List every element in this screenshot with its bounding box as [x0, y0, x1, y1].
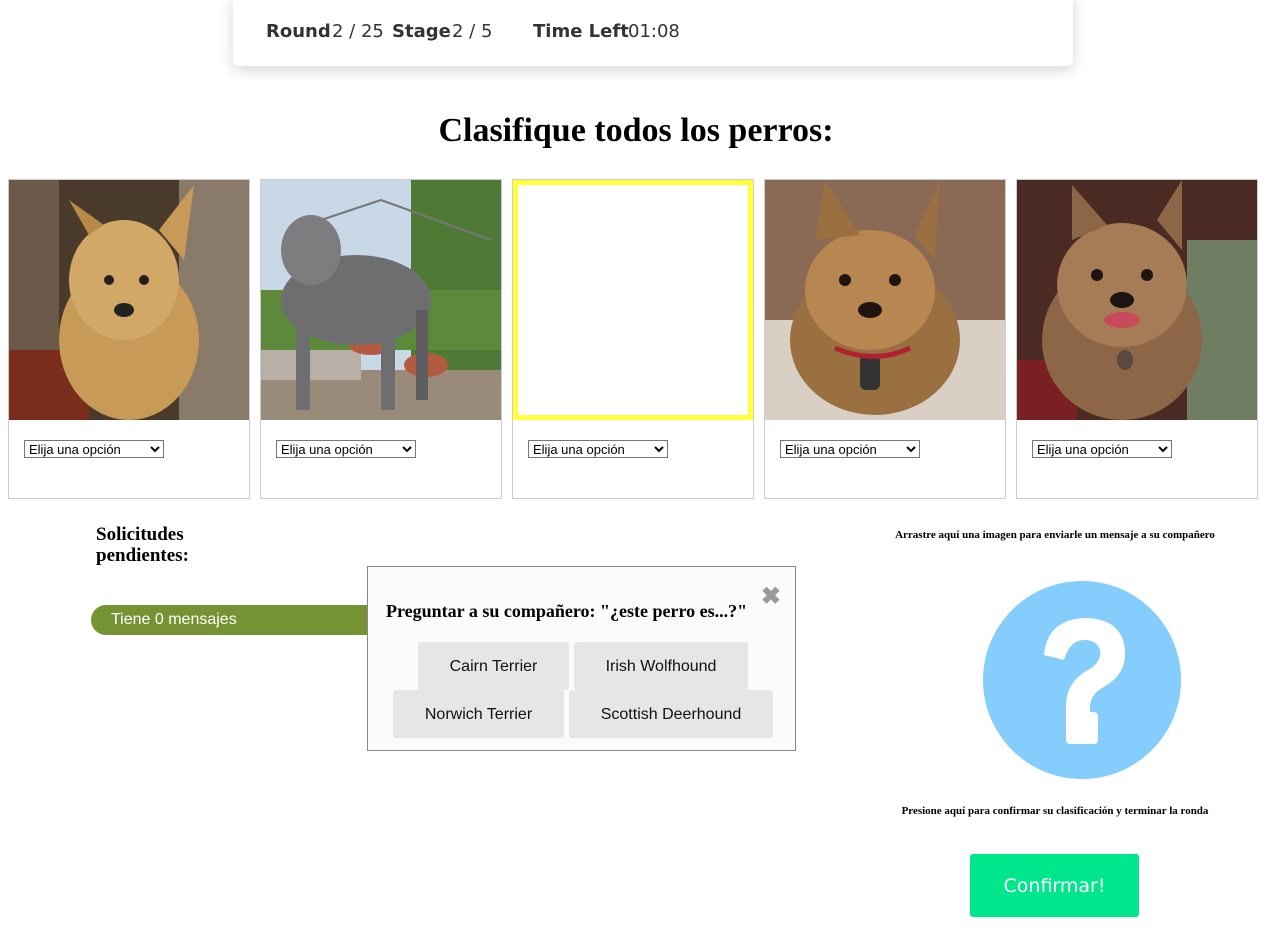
dog-photo-4[interactable] — [765, 180, 1005, 420]
dog-image-1 — [9, 180, 249, 420]
dog-image-3 — [513, 180, 753, 420]
stage-value: 2 / 5 — [452, 21, 493, 42]
dog-photo-5[interactable] — [1017, 180, 1257, 420]
option-irish-wolfhound-button[interactable]: Irish Wolfhound — [574, 642, 748, 690]
dog-photo-2[interactable] — [261, 180, 501, 420]
question-mark-icon — [983, 581, 1181, 779]
dog-card-5: Elija una opción — [1016, 179, 1258, 499]
dog-image-5 — [1017, 180, 1257, 420]
time-left-value: 01:08 — [628, 21, 680, 42]
dog-photo-3-selected[interactable] — [513, 180, 753, 420]
dog-card-1: Elija una opción — [8, 179, 250, 499]
option-norwich-terrier-button[interactable]: Norwich Terrier — [393, 690, 564, 738]
dog-card-3: Elija una opción — [512, 179, 754, 499]
option-scottish-deerhound-button[interactable]: Scottish Deerhound — [569, 690, 773, 738]
dog-card-4: Elija una opción — [764, 179, 1006, 499]
breed-select-4[interactable]: Elija una opción — [780, 440, 920, 458]
close-icon[interactable]: ✖ — [761, 585, 781, 609]
messages-bar[interactable]: Tiene 0 mensajes — [91, 605, 391, 635]
option-cairn-terrier-button[interactable]: Cairn Terrier — [418, 642, 569, 690]
round-label: Round — [266, 21, 331, 42]
ask-partner-question: Preguntar a su compañero: "¿este perro e… — [386, 601, 748, 621]
breed-select-3[interactable]: Elija una opción — [528, 440, 668, 458]
page-title: Clasifique todos los perros: — [438, 112, 834, 149]
breed-select-1[interactable]: Elija una opción — [24, 440, 164, 458]
ask-partner-popup: Preguntar a su compañero: "¿este perro e… — [367, 566, 796, 751]
question-drop-target[interactable] — [982, 580, 1182, 780]
pending-requests-title: Solicitudes pendientes: — [96, 524, 189, 566]
confirm-button[interactable]: Confirmar! — [970, 854, 1139, 917]
status-bar: Round 2 / 25 Stage 2 / 5 Time Left 01:08 — [233, 0, 1073, 66]
dog-image-2 — [261, 180, 501, 420]
breed-select-5[interactable]: Elija una opción — [1032, 440, 1172, 458]
breed-select-2[interactable]: Elija una opción — [276, 440, 416, 458]
dog-image-4 — [765, 180, 1005, 420]
stage-label: Stage — [392, 21, 451, 42]
dog-card-2: Elija una opción — [260, 179, 502, 499]
time-left-label: Time Left — [533, 21, 629, 42]
drag-help-text: Arrastre aquí una imagen para enviarle u… — [895, 529, 1215, 541]
confirm-help-text: Presione aquí para confirmar su clasific… — [901, 805, 1209, 817]
round-value: 2 / 25 — [332, 21, 384, 42]
dog-photo-1[interactable] — [9, 180, 249, 420]
